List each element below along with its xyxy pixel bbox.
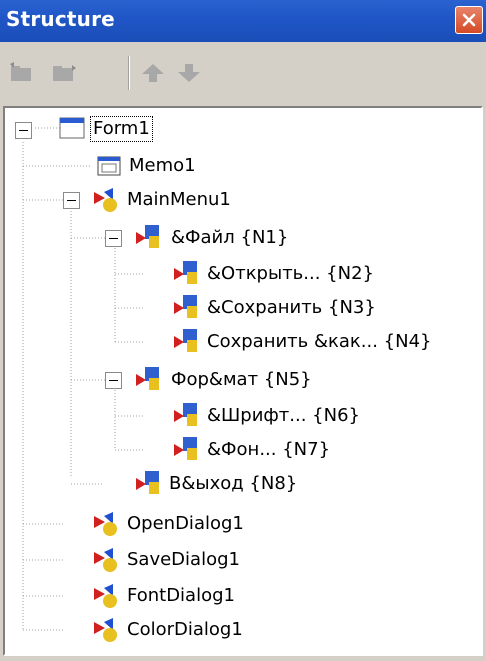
move-up-button[interactable] <box>140 62 166 84</box>
tree-node-fontdialog1[interactable]: FontDialog1 <box>127 584 235 608</box>
move-down-icon <box>178 64 200 82</box>
tree-node-open[interactable]: &Открыть... {N2} <box>207 262 374 286</box>
toolbar-separator <box>128 56 130 90</box>
menu-item-icon <box>174 403 197 426</box>
tree-node-exit[interactable]: В&ыход {N8} <box>169 472 297 496</box>
tree-node-file-menu[interactable]: &Файл {N1} <box>171 226 288 250</box>
tree-node-form1[interactable]: Form1 <box>90 116 153 142</box>
menu-item-icon <box>136 225 159 248</box>
form-icon <box>59 117 85 139</box>
collapse-toggle-format-menu[interactable] <box>105 372 122 389</box>
add-subitem-icon <box>53 65 76 81</box>
tree-node-format-menu[interactable]: Фор&мат {N5} <box>171 368 312 392</box>
window-title: Structure <box>6 7 115 31</box>
tree-node-colordialog1[interactable]: ColorDialog1 <box>127 618 243 642</box>
component-icon <box>94 188 117 212</box>
menu-item-icon <box>136 471 159 494</box>
menu-item-icon <box>136 367 159 390</box>
menu-item-icon <box>174 295 197 318</box>
component-icon <box>94 548 117 572</box>
tree-node-save[interactable]: &Сохранить {N3} <box>207 296 376 320</box>
collapse-toggle-mainmenu1[interactable] <box>63 192 80 209</box>
menu-item-icon <box>174 437 197 460</box>
move-up-icon <box>142 64 164 82</box>
menu-item-icon <box>174 261 197 284</box>
toolbar <box>0 42 486 104</box>
component-icon <box>94 618 117 642</box>
close-button[interactable] <box>455 6 483 34</box>
structure-tree[interactable]: Form1 Memo1 MainMenu1 &Файл {N1} &Открыт… <box>3 106 483 656</box>
structure-window: Structure Form1 Memo1 MainMenu1 &Файл {N… <box>0 0 486 661</box>
memo-icon <box>97 156 121 176</box>
tree-node-opendialog1[interactable]: OpenDialog1 <box>127 512 244 536</box>
collapse-toggle-file-menu[interactable] <box>105 230 122 247</box>
move-down-button[interactable] <box>176 62 202 84</box>
add-subitem-button[interactable] <box>50 62 76 84</box>
tree-node-savedialog1[interactable]: SaveDialog1 <box>127 548 240 572</box>
component-icon <box>94 584 117 608</box>
collapse-toggle-form1[interactable] <box>15 122 32 139</box>
add-item-button[interactable] <box>8 62 34 84</box>
title-bar[interactable]: Structure <box>0 0 486 42</box>
tree-node-save-as[interactable]: Сохранить &как... {N4} <box>207 330 432 354</box>
tree-node-memo1[interactable]: Memo1 <box>129 154 196 178</box>
close-icon <box>462 13 476 27</box>
menu-item-icon <box>174 329 197 352</box>
tree-node-background[interactable]: &Фон... {N7} <box>207 438 330 462</box>
tree-node-mainmenu1[interactable]: MainMenu1 <box>127 188 231 212</box>
component-icon <box>94 512 117 536</box>
tree-node-font[interactable]: &Шрифт... {N6} <box>207 404 360 428</box>
add-item-icon <box>10 62 31 81</box>
